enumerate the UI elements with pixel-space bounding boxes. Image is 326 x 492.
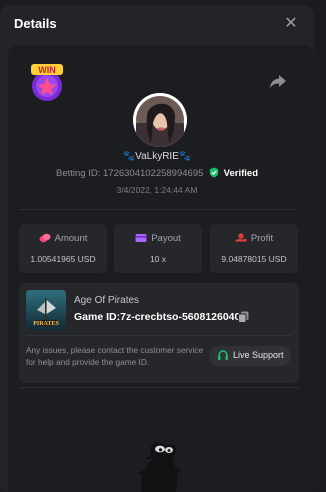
win-badge-icon: WIN [31, 64, 63, 101]
betting-id-line: Betting ID: 1726304102258994695 Verified [0, 167, 314, 179]
game-id-value: 7z-crecbtso-5608126040 [120, 311, 241, 323]
username: 🐾VaLkyRIE🐾 [122, 151, 192, 162]
headset-icon [218, 350, 228, 360]
close-icon[interactable]: ✕ [281, 14, 301, 34]
amount-label: Amount [54, 233, 88, 244]
live-support-label: Live Support [233, 350, 284, 360]
thumbnail-title-text: PIRATES [33, 321, 59, 327]
stat-payout: Payout 10 x [114, 224, 202, 273]
game-thumbnail[interactable]: PIRATES [26, 290, 66, 330]
hand-coin-icon [235, 233, 247, 242]
divider [19, 387, 299, 388]
payout-label: Payout [151, 233, 181, 244]
game-id: Game ID:7z-crecbtso-5608126040 [74, 311, 240, 323]
betting-id-label: Betting ID: [56, 168, 101, 179]
betting-id: 1726304102258994695 [103, 168, 204, 179]
game-card: PIRATES Age Of Pirates Game ID:7z-crecbt… [19, 283, 299, 383]
profit-value: 9.04878015 USD [221, 254, 287, 264]
game-name: Age Of Pirates [74, 295, 140, 306]
details-modal: Details ✕ WIN 🐾VaLkyRIE🐾 Betting ID: 172… [0, 5, 314, 492]
support-help-text: Any issues, please contact the customer … [26, 345, 204, 367]
verified-label: Verified [223, 168, 258, 179]
divider [19, 209, 298, 210]
amount-value: 1.00541965 USD [30, 254, 96, 264]
bet-datetime: 3/4/2022, 1:24:44 AM [116, 185, 198, 195]
card-icon [135, 234, 147, 242]
modal-title: Details [14, 16, 57, 31]
verified-check-icon [209, 167, 219, 178]
payout-value: 10 x [149, 254, 167, 264]
copy-icon[interactable] [238, 311, 249, 323]
stat-profit: Profit 9.04878015 USD [210, 224, 298, 273]
profit-label: Profit [250, 233, 274, 244]
badge-text: WIN [38, 65, 56, 75]
modal-header: Details ✕ [0, 5, 314, 45]
live-support-button[interactable]: Live Support [209, 346, 291, 366]
game-id-label: Game ID: [74, 311, 121, 323]
mascot-illustration [139, 442, 181, 492]
stat-amount: Amount 1.00541965 USD [19, 224, 107, 273]
avatar [133, 93, 187, 147]
card-divider [26, 335, 292, 336]
share-icon[interactable] [268, 73, 288, 89]
coins-icon [39, 233, 51, 243]
